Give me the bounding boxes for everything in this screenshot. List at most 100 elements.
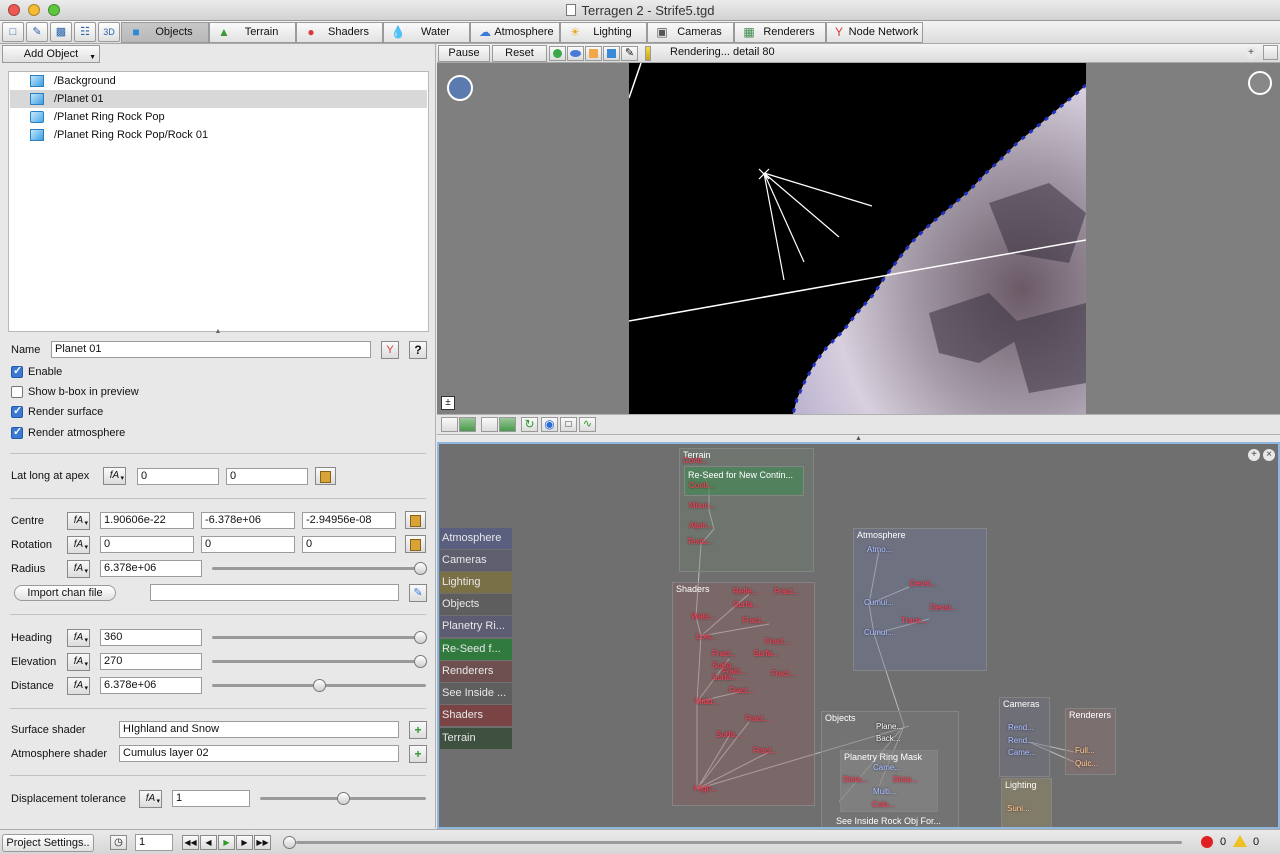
camera-nav-icon[interactable] [447, 75, 473, 101]
node-shader[interactable]: Fract... [745, 714, 770, 723]
list-item[interactable]: /Planet Ring Rock Pop [10, 108, 427, 126]
displacement-function-button[interactable]: fA [139, 790, 162, 810]
displacement-tolerance-field[interactable]: 1 [172, 790, 250, 807]
node-ring-mask[interactable]: Colo... [872, 800, 895, 809]
node-shader[interactable]: Refle... [733, 587, 758, 596]
network-tab-lighting[interactable]: Lighting [440, 572, 512, 593]
camera-copy-icon[interactable] [481, 417, 498, 432]
latlong-function-button[interactable]: fA [103, 467, 126, 487]
panel-splitter[interactable]: ▲ [437, 435, 1280, 442]
longitude-field[interactable]: 0 [226, 468, 308, 485]
network-tab-objects[interactable]: Objects [440, 594, 512, 615]
distance-slider-knob[interactable] [313, 679, 326, 692]
node-shader[interactable]: Fract... [742, 616, 767, 625]
node-atmosphere[interactable]: Densi... [910, 579, 937, 588]
node-ring-mask[interactable]: Dista... [893, 775, 918, 784]
reset-button[interactable]: Reset [492, 45, 547, 62]
add-node-icon[interactable]: + [1248, 449, 1260, 461]
node-shader[interactable]: Surfa... [716, 730, 742, 739]
rotation-z-field[interactable]: 0 [302, 536, 396, 553]
latitude-field[interactable]: 0 [137, 468, 219, 485]
centre-y-field[interactable]: -6.378e+06 [201, 512, 295, 529]
node-camera[interactable]: Rend... [1008, 723, 1034, 732]
timeline-slider[interactable] [296, 841, 1182, 844]
elevation-field[interactable]: 270 [100, 653, 202, 670]
list-item[interactable]: /Background [10, 72, 427, 90]
distance-function-button[interactable]: fA [67, 677, 90, 697]
show-bbox-checkbox[interactable] [11, 386, 23, 398]
play-icon[interactable]: ▶ [218, 835, 235, 850]
first-frame-icon[interactable]: ◀◀ [182, 835, 199, 850]
node-shader[interactable]: HIgh... [694, 784, 718, 793]
render-objects-icon[interactable] [603, 46, 620, 61]
radius-slider[interactable] [212, 567, 426, 570]
node-light[interactable]: Suni... [1007, 804, 1030, 813]
node-renderer[interactable]: Full... [1075, 746, 1095, 755]
tab-shaders[interactable]: ● Shaders [296, 22, 383, 43]
node-atmosphere[interactable]: Trans... [901, 616, 928, 625]
list-item[interactable]: /Planet Ring Rock Pop/Rock 01 [10, 126, 427, 144]
eye-icon[interactable]: ◉ [541, 417, 558, 432]
radius-field[interactable]: 6.378e+06 [100, 560, 202, 577]
landscape-icon[interactable] [499, 417, 516, 432]
heading-function-button[interactable]: fA [67, 629, 90, 649]
import-path-field[interactable] [150, 584, 399, 601]
enable-checkbox[interactable] [11, 364, 23, 378]
node-shader[interactable]: Fract... [771, 669, 796, 678]
zoom-icon[interactable]: ± [441, 396, 455, 410]
render-atmosphere-checkbox[interactable] [11, 425, 23, 439]
project-settings-button[interactable]: Project Settings.. [2, 834, 94, 852]
heading-slider-knob[interactable] [414, 631, 427, 644]
network-tab-atmosphere[interactable]: Atmosphere [440, 528, 512, 549]
node-atmosphere[interactable]: Atmo... [867, 545, 892, 554]
previous-frame-icon[interactable]: ◀ [200, 835, 217, 850]
centre-paste-button[interactable] [405, 511, 426, 529]
expand-view-icon[interactable] [1263, 45, 1278, 60]
node-shader[interactable]: Wate... [691, 612, 716, 621]
render-surface-checkbox[interactable] [11, 404, 23, 418]
radius-function-button[interactable]: fA [67, 560, 90, 580]
refresh-icon[interactable]: ↻ [521, 417, 538, 432]
node-shader[interactable]: Fract... [712, 649, 737, 658]
next-frame-icon[interactable]: ▶ [236, 835, 253, 850]
rotation-y-field[interactable]: 0 [201, 536, 295, 553]
elevation-function-button[interactable]: fA [67, 653, 90, 673]
pause-button[interactable]: Pause [438, 45, 490, 62]
node-network-view[interactable]: Atmosphere Cameras Lighting Objects Plan… [437, 442, 1280, 829]
surface-shader-field[interactable]: HIghland and Snow [119, 721, 399, 738]
brush-icon[interactable]: ✎ [621, 46, 638, 61]
see-inside-group-title[interactable]: See Inside Rock Obj For... [836, 816, 941, 826]
centre-function-button[interactable]: fA [67, 512, 90, 532]
node-shader[interactable]: Fract... [765, 637, 790, 646]
node-shader[interactable]: Surfa... [753, 649, 779, 658]
node-atmosphere[interactable]: Cumul... [864, 598, 894, 607]
camera-select-icon[interactable] [441, 417, 458, 432]
node-renderer[interactable]: Quic... [1075, 759, 1098, 768]
crop-icon[interactable]: □ [560, 417, 577, 432]
network-tab-shaders[interactable]: Shaders [440, 705, 512, 726]
atmosphere-shader-field[interactable]: Cumulus layer 02 [119, 745, 399, 762]
network-tab-cameras[interactable]: Cameras [440, 550, 512, 571]
curve-icon[interactable]: ∿ [579, 417, 596, 432]
panel-splitter[interactable]: ▲ [0, 328, 436, 335]
node-shader[interactable]: Surfa... [712, 673, 738, 682]
tab-water[interactable]: 💧 Water [383, 22, 470, 43]
import-chan-file-button[interactable]: Import chan file [14, 585, 116, 601]
name-field[interactable]: Planet 01 [51, 341, 371, 358]
node-terrain-2[interactable]: Conti... [689, 481, 714, 490]
tab-renderers[interactable]: ▦ Renderers [734, 22, 826, 43]
node-camera[interactable]: Came... [1008, 748, 1036, 757]
radius-slider-knob[interactable] [414, 562, 427, 575]
network-tab-planetry-ring[interactable]: Planetry Ri... [440, 616, 512, 637]
close-network-icon[interactable]: × [1263, 449, 1275, 461]
render-preview-icon[interactable] [459, 417, 476, 432]
tab-atmosphere[interactable]: ☁ Atmosphere [470, 22, 560, 43]
node-atmosphere[interactable]: Densi... [930, 603, 957, 612]
tab-lighting[interactable]: ☀ Lighting [560, 22, 647, 43]
3d-preview-icon[interactable]: 3D [98, 22, 120, 42]
render-preview[interactable] [629, 63, 1086, 414]
distance-field[interactable]: 6.378e+06 [100, 677, 202, 694]
object-list[interactable]: /Background /Planet 01 /Planet Ring Rock… [8, 71, 429, 332]
timeline-knob[interactable] [283, 836, 296, 849]
heading-slider[interactable] [212, 636, 426, 639]
